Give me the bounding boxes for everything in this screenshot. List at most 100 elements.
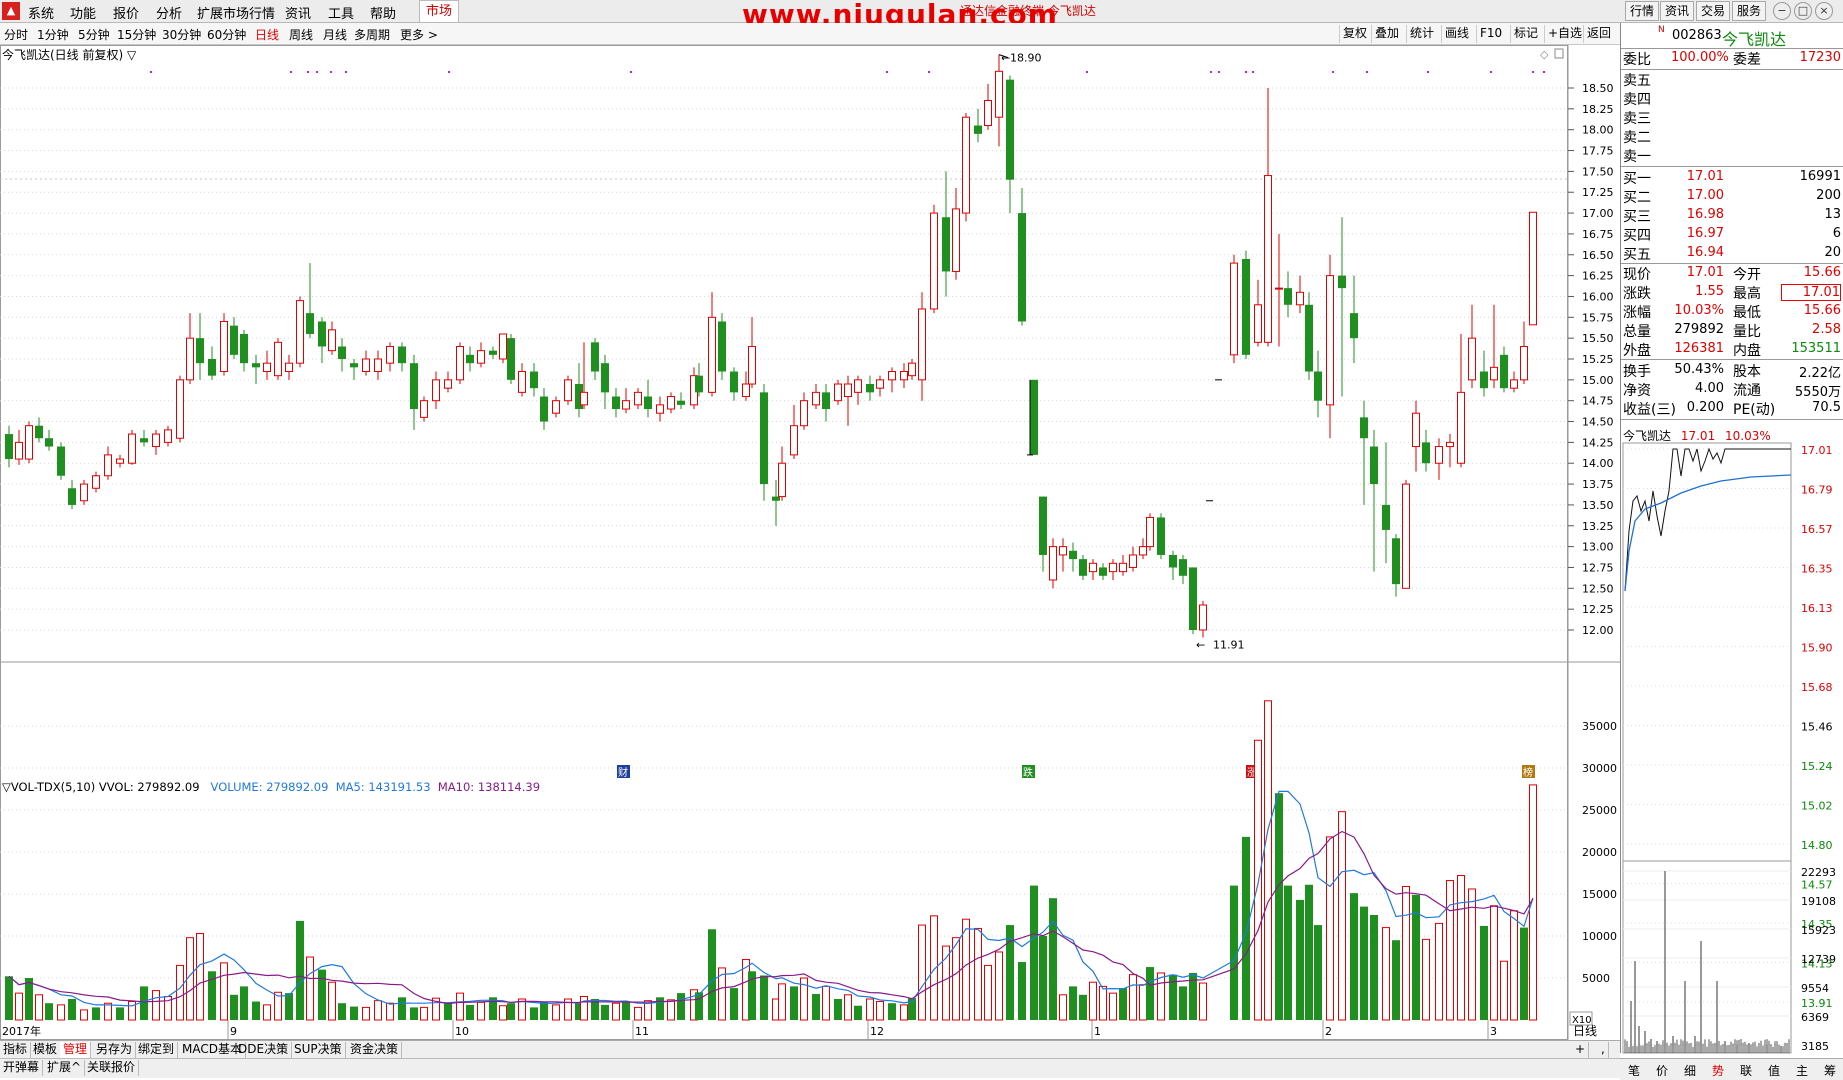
sell-row[interactable]: 卖二 [1621,127,1843,146]
quote-tab[interactable]: 价 [1656,1062,1668,1079]
quote-tab[interactable]: 势 [1712,1062,1724,1079]
kline-chart[interactable]: 18.50 18.25 18.00 17.75 17.50 17.25 17.00 16.75… [0,45,1620,1040]
top-news-button[interactable]: 资讯 [1660,1,1694,21]
volume-bar-down [444,1003,452,1020]
indicator-tab[interactable]: 指标 [0,1042,31,1058]
period-daily[interactable]: 日线 [255,26,279,43]
quote-panel: N 002863 今飞凯达 委比 100.00% 委差 17230 卖五 卖四 卖三… [1620,23,1843,1053]
extra-tab[interactable]: 开弹幕 [0,1060,43,1076]
period-multi[interactable]: 多周期 [354,26,390,43]
close-icon[interactable]: × [1815,2,1833,20]
candle-up [433,380,440,401]
tool-stats[interactable]: 统计 [1406,25,1437,43]
period-monthly[interactable]: 月线 [323,26,347,43]
menu-news[interactable]: 资讯 [285,3,311,22]
sell-row[interactable]: 卖五 [1621,70,1843,89]
candle-down [601,363,609,392]
buy-price: 16.98 [1671,207,1724,222]
menu-system[interactable]: 系统 [28,3,54,22]
period-1min[interactable]: 1分钟 [37,26,69,43]
quote-tab[interactable]: 值 [1768,1062,1780,1079]
tool-draw[interactable]: 画线 [1441,25,1472,43]
indicator-tab[interactable]: DDE决策 [235,1042,292,1058]
menu-market-tab[interactable]: 市场 [419,0,459,22]
buy-row[interactable]: 买四 16.97 6 [1621,225,1843,244]
period-5min[interactable]: 5分钟 [78,26,110,43]
candle-down [942,217,950,271]
tool-add-watch[interactable]: +自选 [1544,25,1585,43]
stat-value: 10.03% [1671,303,1724,318]
period-15min[interactable]: 15分钟 [117,26,156,43]
menu-function[interactable]: 功能 [70,3,96,22]
candle-down [1305,305,1313,372]
buy-row[interactable]: 买二 17.00 200 [1621,187,1843,206]
period-more[interactable]: 更多 > [400,26,438,43]
mini-timeshare-chart[interactable]: 17.01 16.79 16.57 16.35 16.13 15.90 15.68 15.46… [1621,441,1843,1059]
indicator-tab[interactable]: 管理 [60,1042,91,1058]
minimize-icon[interactable]: − [1773,2,1791,20]
indicator-tab[interactable]: 绑定到 [135,1042,178,1058]
volume-bar-up [901,1005,908,1020]
menu-ext-market[interactable]: 扩展市场行情 [197,3,275,22]
candle-down [1069,551,1077,559]
top-quote-button[interactable]: 行情 [1625,1,1659,21]
sell-row[interactable]: 卖四 [1621,89,1843,108]
menu-tools[interactable]: 工具 [328,3,354,22]
menu-analysis[interactable]: 分析 [156,3,182,22]
maximize-icon[interactable]: □ [1794,2,1812,20]
app-logo-icon[interactable]: ▲ [2,2,20,20]
period-weekly[interactable]: 周线 [289,26,313,43]
quote-tab[interactable]: 笔 [1628,1062,1640,1079]
stat-label: 流通 [1733,380,1761,400]
top-trade-button[interactable]: 交易 [1696,1,1730,21]
tool-f10[interactable]: F10 [1476,25,1505,43]
indicator-tab[interactable]: 另存为 [93,1042,136,1058]
weicha-label: 委差 [1733,49,1761,69]
sell-row[interactable]: 卖一 [1621,146,1843,165]
price-tick-label: 17.75 [1582,145,1614,158]
tool-overlay[interactable]: 叠加 [1371,25,1402,43]
candle-up [329,330,336,351]
candle-up [1147,517,1154,546]
tool-back[interactable]: 返回 [1583,25,1614,43]
vol-tick-label: 35000 [1582,720,1617,733]
indicator-tab[interactable]: 资金决策 [347,1042,402,1058]
period-30min[interactable]: 30分钟 [162,26,201,43]
vol-indicator-name[interactable]: ▽VOL-TDX(5,10) [2,780,95,794]
volume-bar-down [285,993,293,1020]
buy-row[interactable]: 买一 17.01 16991 [1621,168,1843,187]
candle-up [221,321,228,371]
extra-tab[interactable]: 关联报价 [84,1060,139,1076]
buy-row[interactable]: 买三 16.98 13 [1621,206,1843,225]
candle-down [730,372,738,393]
volume-bar-up [129,1002,136,1020]
volume-bar-up [975,928,982,1020]
add-tab-icon[interactable]: + [1572,1042,1589,1058]
extra-tab[interactable]: 扩展^ [44,1060,85,1076]
period-60min[interactable]: 60分钟 [207,26,246,43]
event-dot [448,71,450,73]
price-tick-label: 15.75 [1582,311,1614,324]
volume-bar-down [1480,926,1488,1020]
quote-tab[interactable]: 联 [1740,1062,1752,1079]
menu-help[interactable]: 帮助 [370,3,396,22]
top-service-button[interactable]: 服务 [1732,1,1766,21]
indicator-tab[interactable]: 模板 [30,1042,61,1058]
candle-up [1231,263,1238,355]
menu-quote[interactable]: 报价 [113,3,139,22]
volume-bar-down [1350,893,1358,1020]
quote-tab[interactable]: 筹 [1824,1062,1836,1079]
buy-row[interactable]: 买五 16.94 20 [1621,244,1843,263]
tool-fuquan[interactable]: 复权 [1339,25,1370,43]
quote-tab[interactable]: 细 [1684,1062,1696,1079]
volume-bar-up [845,995,852,1020]
quote-tab[interactable]: 主 [1796,1062,1808,1079]
event-dot [330,71,332,73]
volume-bar-down [140,986,148,1020]
tool-mark[interactable]: 标记 [1510,25,1541,43]
period-timeshare[interactable]: 分时 [4,26,28,43]
sell-row[interactable]: 卖三 [1621,108,1843,127]
candle-up [1140,547,1147,555]
indicator-tab[interactable]: SUP决策 [291,1042,346,1058]
tab-scroll-icon[interactable]: , [1598,1042,1609,1058]
